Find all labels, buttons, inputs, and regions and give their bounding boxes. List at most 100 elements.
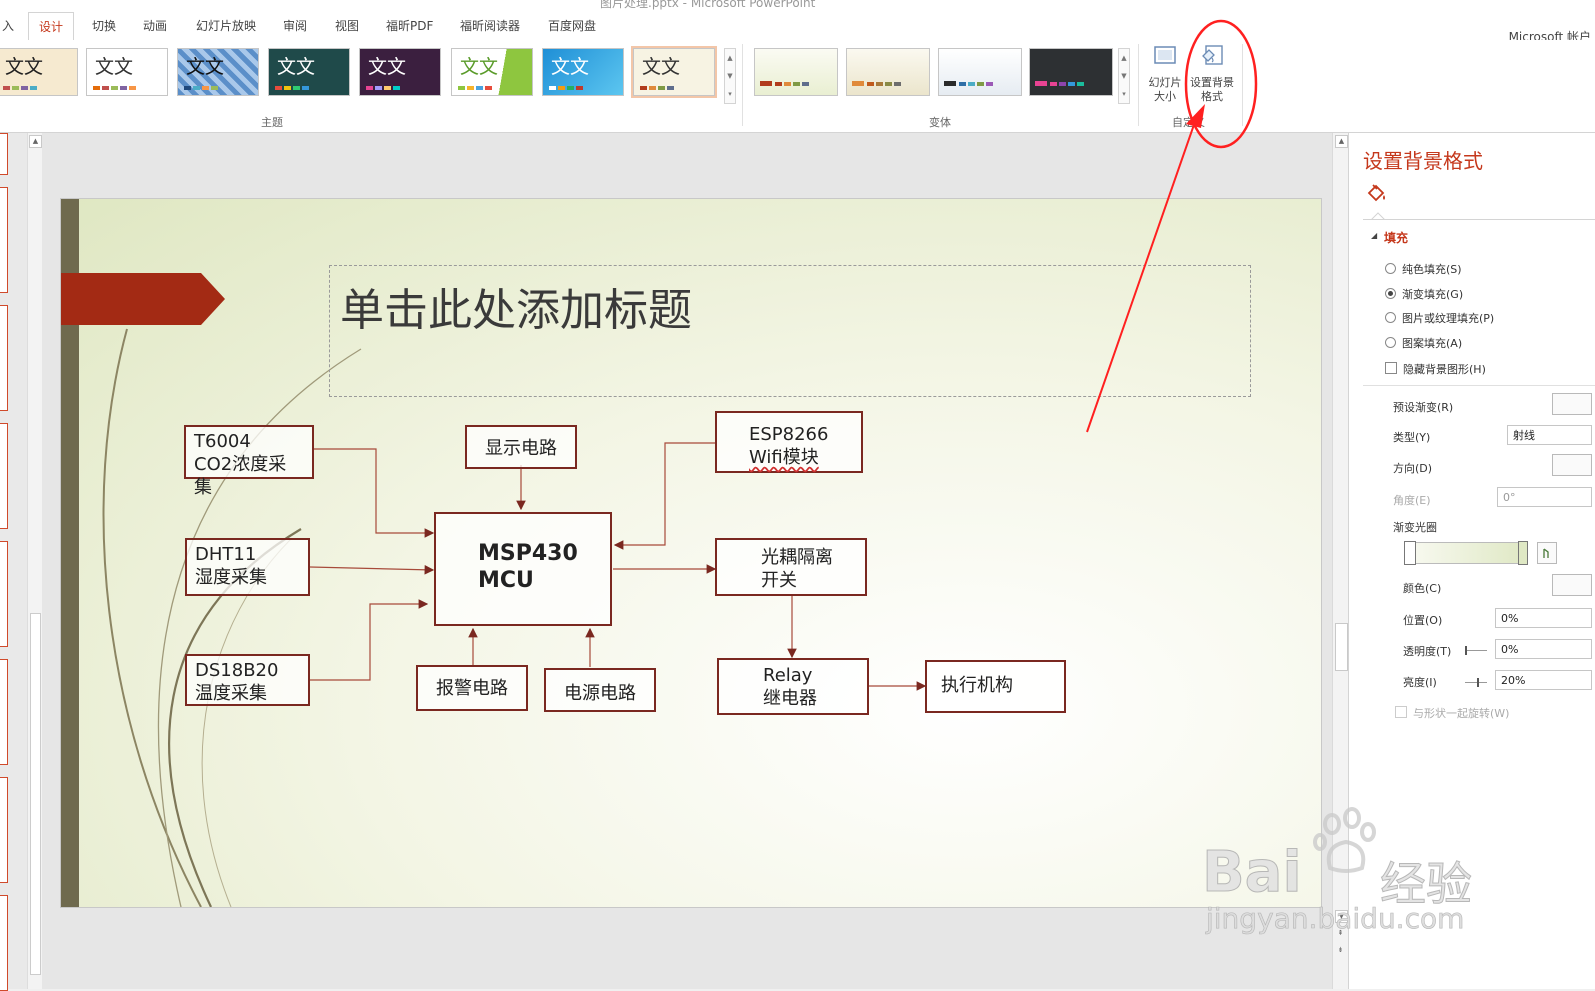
- slide-size-button[interactable]: 幻灯片大小: [1144, 44, 1186, 104]
- diagram-box-dht11[interactable]: DHT11 湿度采集: [185, 538, 310, 596]
- gradient-stop-handle[interactable]: [1518, 541, 1528, 565]
- preset-gradient-label: 预设渐变(R): [1393, 401, 1454, 414]
- variant-thumb-1[interactable]: [754, 48, 838, 96]
- position-field[interactable]: 0%: [1495, 608, 1592, 628]
- radio-solid-fill[interactable]: 纯色填充(S): [1385, 261, 1462, 277]
- diagram-box-ds18b20[interactable]: DS18B20 温度采集: [185, 654, 310, 706]
- ribbon: 文文 文文 文文 文文 文文 文文 文文 文文 ▲ ▼ ▾ 主题 ▲ ▼ ▾ 变…: [0, 40, 1595, 133]
- gradient-stops-label: 渐变光圈: [1393, 521, 1437, 534]
- variant-thumb-2[interactable]: [846, 48, 930, 96]
- color-picker-button[interactable]: [1552, 574, 1592, 596]
- theme-thumb-1[interactable]: 文文: [0, 48, 78, 96]
- slide-thumbnail[interactable]: [0, 895, 8, 991]
- tab-design[interactable]: 设计: [28, 12, 75, 42]
- slide-thumbnail[interactable]: [0, 423, 8, 529]
- format-background-pane: 设置背景格式 ◢ 填充 纯色填充(S) 渐变填充(G) 图片或纹理填充(P) 图…: [1348, 133, 1595, 989]
- diagram-box-power[interactable]: 电源电路: [544, 668, 656, 712]
- diagram-box-actuator[interactable]: 执行机构: [925, 660, 1066, 713]
- diagram-box-optocoupler[interactable]: 光耦隔离 开关: [715, 538, 867, 596]
- group-separator: [1242, 44, 1243, 126]
- group-separator: [742, 44, 743, 126]
- format-background-icon: [1202, 45, 1223, 65]
- slide-thumbnail[interactable]: [0, 187, 8, 293]
- theme-thumb-3[interactable]: 文文: [177, 48, 259, 96]
- pane-divider: [1363, 385, 1595, 386]
- gradient-stops-bar[interactable]: [1404, 541, 1528, 565]
- slide-thumbnail[interactable]: [0, 305, 8, 411]
- theme-thumb-7[interactable]: 文文: [542, 48, 624, 96]
- diagram-box-display[interactable]: 显示电路: [465, 425, 577, 469]
- variant-gallery-scroll[interactable]: ▲ ▼ ▾: [1118, 48, 1130, 104]
- add-gradient-stop-button[interactable]: [1537, 542, 1557, 564]
- diagram-box-mcu[interactable]: MSP430 MCU: [434, 512, 612, 626]
- tab-transitions[interactable]: 切换: [92, 17, 116, 34]
- pane-title: 设置背景格式: [1363, 149, 1483, 173]
- angle-field[interactable]: 0°: [1497, 487, 1592, 507]
- theme-thumb-5[interactable]: 文文: [359, 48, 441, 96]
- brightness-label: 亮度(I): [1403, 676, 1437, 689]
- window-title: 图片处理.pptx - Microsoft PowerPoint: [600, 0, 816, 10]
- fill-bucket-icon[interactable]: [1365, 181, 1389, 205]
- group-label-customize: 自定义: [1172, 116, 1205, 129]
- diagram-box-esp8266[interactable]: ESP8266 Wifi模块: [715, 411, 863, 473]
- tab-insert[interactable]: 入: [2, 17, 14, 34]
- theme-gallery-scroll[interactable]: ▲ ▼ ▾: [724, 48, 736, 104]
- direction-label: 方向(D): [1393, 462, 1433, 475]
- slide-thumbnail[interactable]: [0, 777, 8, 883]
- angle-label: 角度(E): [1393, 494, 1431, 507]
- tab-foxit-pdf[interactable]: 福昕PDF: [386, 17, 433, 34]
- theme-thumb-2[interactable]: 文文: [86, 48, 168, 96]
- editor-vertical-scrollbar[interactable]: ▲ ▼ ⇞ ⇟: [1332, 133, 1349, 989]
- next-slide-button[interactable]: ⇟: [1335, 945, 1346, 956]
- tab-animations[interactable]: 动画: [143, 17, 167, 34]
- thumbnail-scrollbar[interactable]: ▲: [27, 133, 42, 989]
- tab-view[interactable]: 视图: [335, 17, 359, 34]
- diagram-box-t6004[interactable]: T6004 CO2浓度采 集: [184, 425, 314, 498]
- transparency-field[interactable]: 0%: [1495, 639, 1592, 659]
- slide-thumbnail[interactable]: [0, 659, 8, 765]
- scroll-up-button[interactable]: ▲: [1335, 135, 1348, 148]
- tab-baidu-netdisk[interactable]: 百度网盘: [548, 17, 596, 34]
- ribbon-tabs: 入 设计 切换 动画 幻灯片放映 审阅 视图 福昕PDF 福昕阅读器 百度网盘 …: [0, 12, 1595, 44]
- gradient-stop-handle[interactable]: [1404, 541, 1416, 565]
- brightness-slider[interactable]: [1465, 678, 1487, 687]
- variant-thumb-4[interactable]: [1029, 48, 1113, 96]
- scroll-down-button[interactable]: ▼: [1335, 910, 1348, 923]
- direction-dropdown[interactable]: [1552, 454, 1592, 476]
- slide-thumbnail[interactable]: [0, 541, 8, 647]
- collapse-arrow-icon[interactable]: ◢: [1371, 231, 1377, 240]
- radio-gradient-fill[interactable]: 渐变填充(G): [1385, 286, 1463, 302]
- scroll-up-button[interactable]: ▲: [29, 135, 42, 148]
- pane-tab-divider: [1363, 219, 1595, 220]
- radio-pattern-fill[interactable]: 图案填充(A): [1385, 335, 1462, 351]
- tab-slideshow[interactable]: 幻灯片放映: [196, 17, 256, 34]
- transparency-slider[interactable]: [1465, 646, 1487, 655]
- tab-review[interactable]: 审阅: [283, 17, 307, 34]
- tab-foxit-reader[interactable]: 福昕阅读器: [460, 17, 520, 34]
- slide-thumbnail[interactable]: [0, 133, 8, 175]
- scroll-thumb[interactable]: [30, 613, 41, 975]
- group-label-themes: 主题: [261, 116, 283, 129]
- scroll-thumb[interactable]: [1335, 623, 1348, 671]
- diagram-box-alarm[interactable]: 报警电路: [416, 665, 528, 711]
- brightness-field[interactable]: 20%: [1495, 670, 1592, 690]
- theme-thumb-4[interactable]: 文文: [268, 48, 350, 96]
- transparency-label: 透明度(T): [1403, 645, 1452, 658]
- format-background-button[interactable]: 设置背景格式: [1188, 44, 1236, 104]
- checkbox-hide-background-graphics[interactable]: 隐藏背景图形(H): [1385, 361, 1486, 377]
- radio-picture-texture-fill[interactable]: 图片或纹理填充(P): [1385, 310, 1494, 326]
- preset-gradient-dropdown[interactable]: [1552, 393, 1592, 415]
- type-select[interactable]: 射线: [1507, 425, 1592, 445]
- type-label: 类型(Y): [1393, 431, 1431, 444]
- theme-thumb-8-selected[interactable]: 文文: [631, 46, 717, 98]
- theme-thumb-6[interactable]: 文文: [451, 48, 533, 96]
- variant-thumb-3[interactable]: [938, 48, 1022, 96]
- slide-canvas[interactable]: 单击此处添加标题 T6004 CO2浓度采 集 DHT11 湿度采集 DS18B…: [60, 198, 1322, 908]
- slide-size-icon: [1154, 46, 1176, 64]
- checkbox-rotate-with-shape[interactable]: 与形状一起旋转(W): [1395, 705, 1509, 721]
- section-fill-header[interactable]: 填充: [1384, 229, 1408, 246]
- diagram-box-relay[interactable]: Relay 继电器: [717, 658, 869, 715]
- color-label: 颜色(C): [1403, 582, 1442, 595]
- previous-slide-button[interactable]: ⇞: [1335, 928, 1346, 939]
- add-stop-icon: [1543, 548, 1549, 558]
